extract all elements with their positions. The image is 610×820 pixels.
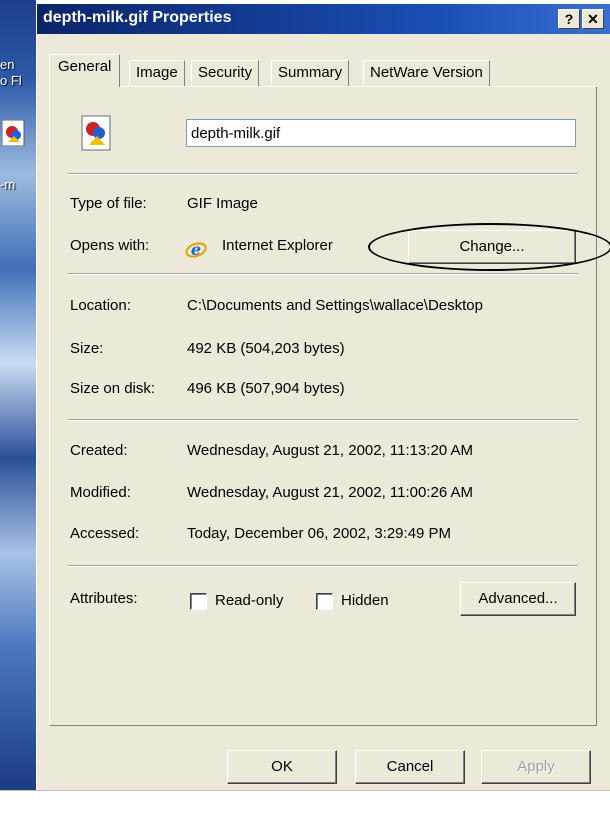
size-on-disk-value: 496 KB (507,904 bytes) (187, 380, 345, 397)
apply-button[interactable]: Apply (481, 750, 591, 784)
modified-value: Wednesday, August 21, 2002, 11:00:26 AM (187, 484, 474, 501)
separator (68, 419, 578, 421)
location-label: Location: (70, 297, 131, 314)
separator (68, 565, 578, 567)
desktop-file-icon[interactable] (2, 120, 26, 146)
filename-input[interactable] (186, 119, 576, 147)
title-bar[interactable]: depth-milk.gif Properties ? ✕ (37, 4, 610, 34)
read-only-label: Read-only (215, 592, 284, 609)
location-value: C:\Documents and Settings\wallace\Deskto… (187, 297, 483, 314)
svg-text:e: e (191, 240, 201, 259)
separator (68, 173, 578, 175)
advanced-button[interactable]: Advanced... (460, 582, 576, 616)
separator (68, 273, 578, 275)
desktop-background: en o Fl -m (0, 0, 36, 790)
size-label: Size: (70, 340, 104, 357)
size-value: 492 KB (504,203 bytes) (187, 340, 345, 357)
change-button[interactable]: Change... (408, 230, 576, 264)
created-value: Wednesday, August 21, 2002, 11:13:20 AM (187, 442, 474, 459)
read-only-checkbox[interactable]: Read-only (190, 592, 283, 614)
read-only-checkbox-box[interactable] (190, 592, 207, 610)
help-button[interactable]: ? (558, 9, 580, 29)
desktop-icon-label: -m (0, 177, 16, 192)
type-value: GIF Image (187, 195, 258, 212)
created-label: Created: (70, 442, 128, 459)
desktop-icon-label: o Fl (0, 73, 22, 88)
properties-dialog: depth-milk.gif Properties ? ✕ General Im… (36, 4, 610, 790)
accessed-value: Today, December 06, 2002, 3:29:49 PM (187, 525, 452, 542)
desktop-strip (0, 790, 610, 820)
accessed-label: Accessed: (70, 525, 140, 542)
close-button[interactable]: ✕ (582, 9, 604, 29)
hidden-label: Hidden (341, 592, 389, 609)
tab-image[interactable]: Image (129, 60, 185, 86)
hidden-checkbox[interactable]: Hidden (316, 592, 389, 614)
tab-general[interactable]: General (49, 54, 121, 87)
hidden-checkbox-box[interactable] (316, 592, 333, 610)
size-on-disk-label: Size on disk: (70, 380, 156, 397)
tab-security[interactable]: Security (191, 60, 260, 86)
gif-file-icon (81, 115, 111, 151)
opens-with-label: Opens with: (70, 237, 150, 254)
general-tab-panel: Type of file: GIF Image Opens with: e In… (49, 86, 610, 726)
tab-summary[interactable]: Summary (271, 60, 350, 86)
modified-label: Modified: (70, 484, 131, 501)
internet-explorer-icon: e (185, 240, 207, 259)
cancel-button[interactable]: Cancel (355, 750, 465, 784)
window-title: depth-milk.gif Properties (43, 9, 232, 26)
desktop-icon-label: en (0, 57, 15, 72)
attributes-label: Attributes: (70, 590, 138, 607)
ok-button[interactable]: OK (227, 750, 337, 784)
tab-netware-version[interactable]: NetWare Version (363, 60, 490, 86)
opens-with-value: Internet Explorer (222, 237, 333, 254)
type-label: Type of file: (70, 195, 147, 212)
